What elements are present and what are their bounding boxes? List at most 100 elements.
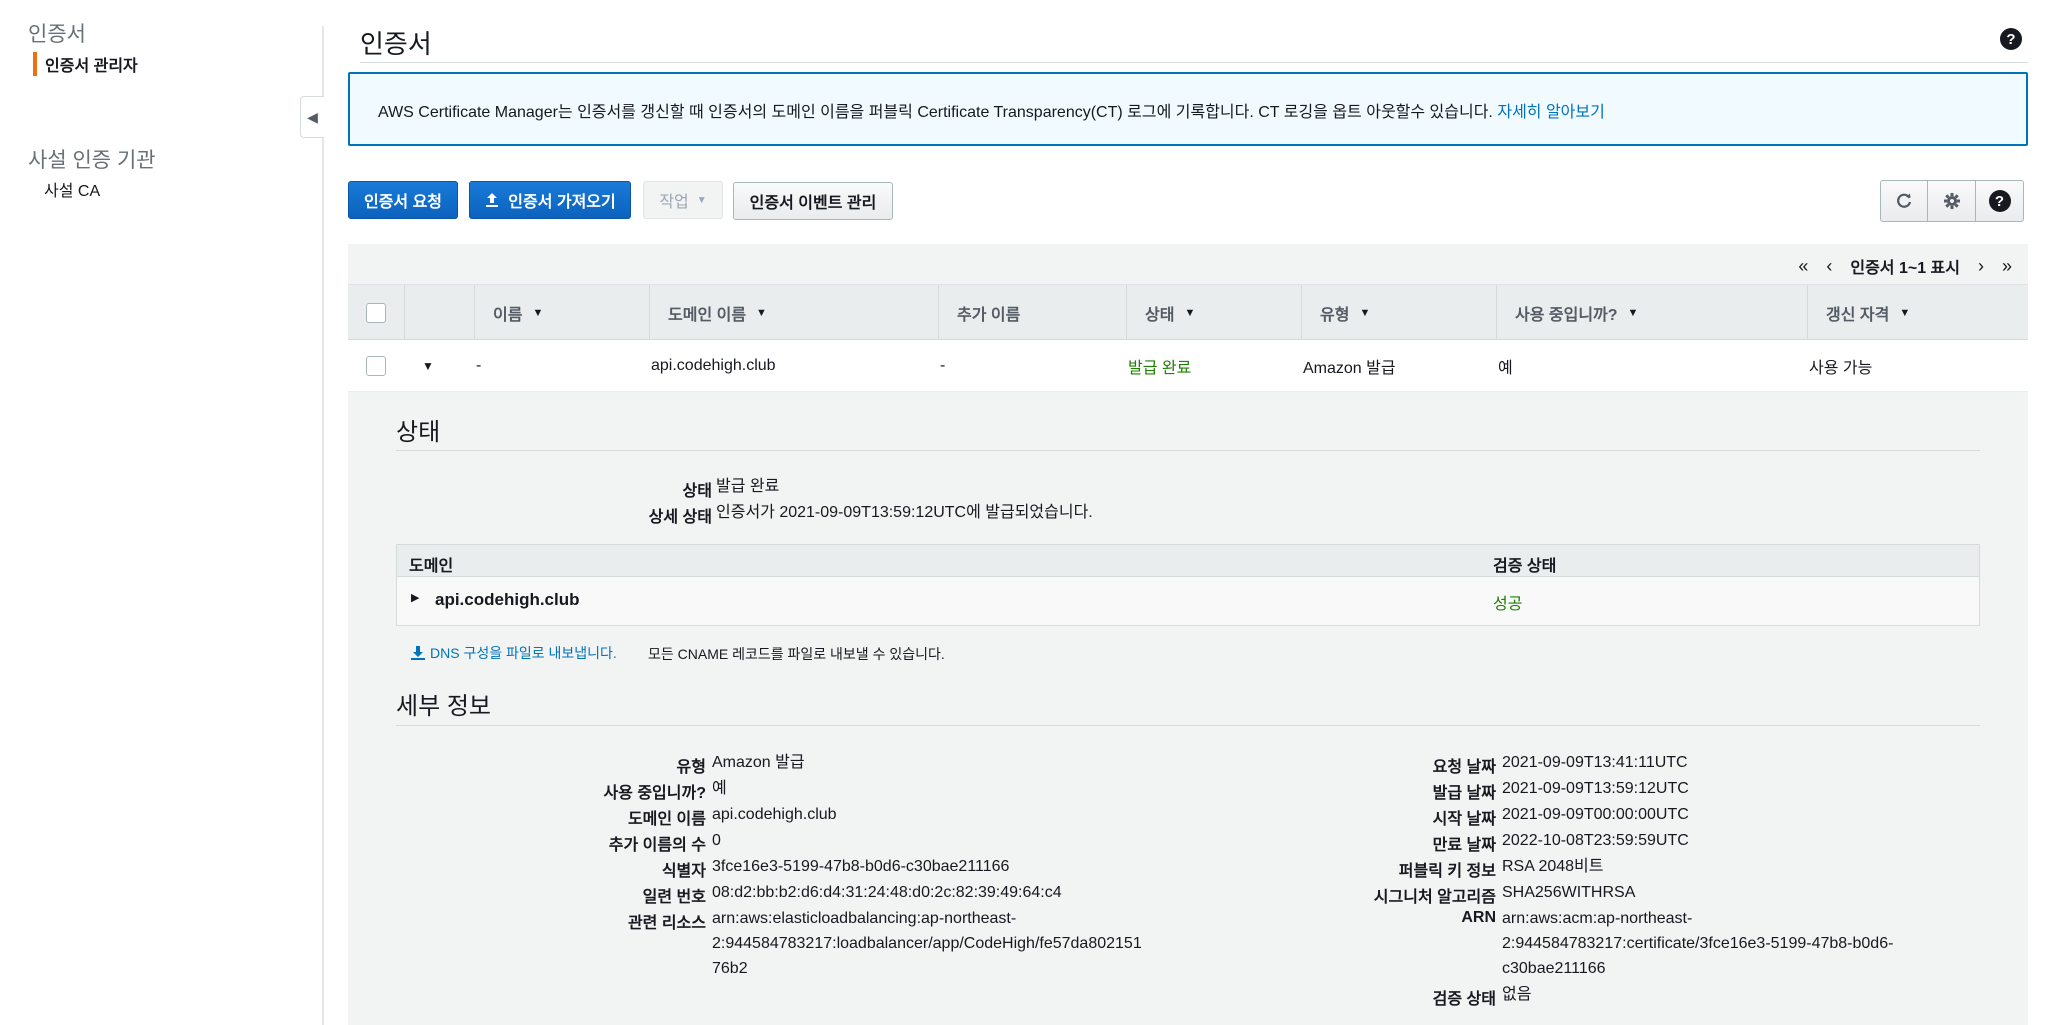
cell-name: - (476, 357, 482, 374)
info-text: AWS Certificate Manager는 인증서를 갱신할 때 인증서의… (378, 104, 1493, 121)
actions-dropdown[interactable]: 작업 ▼ (643, 181, 723, 219)
cell-in-use: 예 (1498, 360, 1513, 377)
label-signature-algorithm: 시그니처 알고리즘 (1373, 889, 1496, 906)
value-issued-at: 2021-09-09T13:59:12UTC (1502, 780, 1689, 797)
page-title: 인증서 (360, 29, 432, 59)
value-in-use: 예 (712, 780, 727, 797)
label-not-after: 만료 날짜 (1432, 837, 1496, 854)
title-divider (360, 62, 2028, 63)
pagination: « ‹ 인증서 1~1 표시 › » (1798, 254, 2012, 278)
status-label: 상태 (682, 483, 712, 500)
refresh-button[interactable] (1880, 180, 1928, 222)
cell-additional-names: - (940, 357, 946, 374)
next-page-icon[interactable]: › (1978, 256, 1984, 277)
first-page-icon[interactable]: « (1798, 256, 1808, 277)
value-serial-number: 08:d2:bb:b2:d6:d4:31:24:48:d0:2c:82:39:4… (712, 884, 1062, 901)
import-certificate-button[interactable]: 인증서 가져오기 (469, 181, 631, 219)
domain-validation-table: 도메인 검증 상태 ▶ api.codehigh.club 성공 (396, 544, 1980, 626)
export-dns-link[interactable]: DNS 구성을 파일로 내보냅니다. (410, 643, 617, 663)
domain-table-header: 도메인 검증 상태 (397, 545, 1979, 577)
request-certificate-button[interactable]: 인증서 요청 (348, 181, 458, 219)
sort-caret-icon: ▼ (756, 307, 767, 319)
label-serial-number: 일련 번호 (642, 889, 706, 906)
sidebar-group-certificates: 인증서 (28, 23, 86, 46)
domain-row[interactable]: ▶ api.codehigh.club 성공 (397, 577, 1979, 625)
value-requested-at: 2021-09-09T13:41:11UTC (1502, 754, 1688, 771)
download-icon (411, 646, 425, 660)
row-checkbox-cell (366, 340, 386, 392)
sidebar-item-private-ca[interactable]: 사설 CA (34, 177, 100, 201)
sidebar-item-certificate-manager[interactable]: 인증서 관리자 (33, 52, 138, 76)
value-additional-names-count: 0 (712, 832, 721, 849)
expand-domain-icon[interactable]: ▶ (411, 591, 419, 604)
sidebar: 인증서 인증서 관리자 사설 인증 기관 사설 CA (0, 0, 322, 1025)
label-public-key-info: 퍼블릭 키 정보 (1398, 863, 1496, 880)
label-issued-at: 발급 날짜 (1432, 785, 1496, 802)
last-page-icon[interactable]: » (2002, 256, 2012, 277)
select-all-cell (348, 285, 404, 341)
cell-status: 발급 완료 (1128, 360, 1192, 377)
help-icon[interactable]: ? (2000, 28, 2022, 50)
expand-column-header (404, 285, 474, 341)
status-value: 발급 완료 (716, 478, 780, 495)
learn-more-link[interactable]: 자세히 알아보기 (1497, 104, 1605, 121)
collapse-sidebar-button[interactable]: ◀ (300, 96, 324, 138)
label-additional-names-count: 추가 이름의 수 (608, 837, 706, 854)
detail-status-label: 상세 상태 (648, 509, 712, 526)
row-checkbox[interactable] (366, 356, 386, 376)
value-arn: arn:aws:acm:ap-northeast- 2:944584783217… (1502, 910, 1894, 977)
label-arn: ARN (1461, 909, 1496, 926)
label-requested-at: 요청 날짜 (1432, 759, 1496, 776)
identifier-link[interactable]: 3fce16e3-5199-47b8-b0d6-c30bae211166 (712, 854, 1009, 879)
column-header-additional-names[interactable]: 추가 이름 (938, 285, 1126, 341)
table-tools: ? (1880, 180, 2024, 222)
domain-header: 도메인 (409, 558, 454, 575)
status-section-divider (396, 450, 1980, 451)
upload-icon (486, 193, 499, 207)
pagination-text: 인증서 1~1 표시 (1850, 260, 1960, 277)
select-all-checkbox[interactable] (366, 303, 386, 323)
gear-icon (1943, 193, 1960, 209)
value-not-before: 2021-09-09T00:00:00UTC (1502, 806, 1689, 823)
table-help-button[interactable]: ? (1976, 180, 2024, 222)
column-header-domain[interactable]: 도메인 이름 ▼ (649, 285, 938, 341)
status-section-title: 상태 (396, 419, 441, 446)
sort-caret-icon: ▼ (1899, 307, 1911, 319)
refresh-icon (1897, 193, 1912, 208)
value-domain-name: api.codehigh.club (712, 806, 837, 823)
value-not-after: 2022-10-08T23:59:59UTC (1502, 832, 1689, 849)
label-domain-name: 도메인 이름 (627, 811, 706, 828)
column-header-type[interactable]: 유형 ▼ (1301, 285, 1496, 341)
manage-events-button[interactable]: 인증서 이벤트 관리 (733, 182, 893, 220)
validation-header: 검증 상태 (1493, 558, 1557, 575)
label-identifier: 식별자 (661, 863, 706, 880)
validation-status: 성공 (1493, 596, 1523, 613)
value-public-key-info: RSA 2048비트 (1502, 858, 1604, 875)
detail-status-value: 인증서가 2021-09-09T13:59:12UTC에 발급되었습니다. (716, 504, 1093, 521)
main-content: 인증서 ? AWS Certificate Manager는 인증서를 갱신할 … (348, 0, 2028, 1025)
details-section-divider (396, 725, 1980, 726)
label-validation-state: 검증 상태 (1432, 991, 1496, 1008)
column-header-name[interactable]: 이름 ▼ (474, 285, 649, 341)
details-section-title: 세부 정보 (396, 693, 491, 720)
value-signature-algorithm: SHA256WITHRSA (1502, 884, 1636, 901)
expand-row-icon[interactable]: ▼ (422, 340, 434, 392)
settings-button[interactable] (1928, 180, 1976, 222)
column-header-status[interactable]: 상태 ▼ (1126, 285, 1301, 341)
column-header-renewal[interactable]: 갱신 자격 ▼ (1807, 285, 2028, 341)
cell-domain: api.codehigh.club (651, 357, 776, 374)
column-header-in-use[interactable]: 사용 중입니까? ▼ (1496, 285, 1807, 341)
chevron-left-icon: ◀ (307, 108, 318, 125)
sort-caret-icon: ▼ (1359, 307, 1371, 319)
value-validation-state: 없음 (1502, 986, 1532, 1003)
cell-type: Amazon 발급 (1303, 360, 1396, 377)
sidebar-divider (322, 26, 324, 1025)
ct-logging-info-alert: AWS Certificate Manager는 인증서를 갱신할 때 인증서의… (348, 72, 2028, 146)
export-note: 모든 CNAME 레코드를 파일로 내보낼 수 있습니다. (648, 646, 945, 662)
table-row[interactable]: ▼ - api.codehigh.club - 발급 완료 Amazon 발급 … (348, 340, 2028, 392)
sort-caret-icon: ▼ (1627, 307, 1639, 319)
label-associated-resources: 관련 리소스 (627, 915, 706, 932)
sort-caret-icon: ▼ (532, 307, 544, 319)
prev-page-icon[interactable]: ‹ (1826, 256, 1832, 277)
help-icon: ? (1988, 190, 2011, 212)
